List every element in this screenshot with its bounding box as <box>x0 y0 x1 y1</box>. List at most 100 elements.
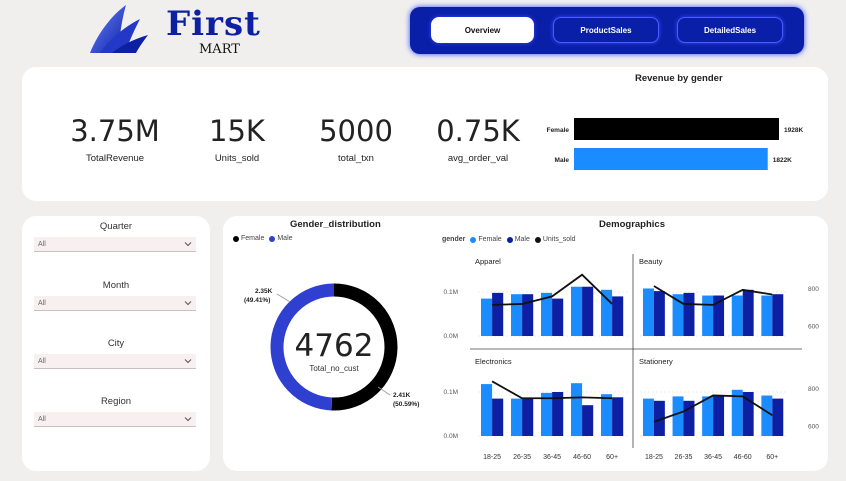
filter-region-value: All <box>38 416 46 423</box>
bar-male <box>492 398 504 436</box>
demographics-chart: Apparel 0.0M 0.1M Beauty 600 800 Electronics 0.… <box>444 254 819 461</box>
donut-center-value: 4762 <box>295 328 374 364</box>
gender-distribution-title: Gender_distribution <box>290 219 381 230</box>
legend-female-dot <box>470 236 477 243</box>
bar-female <box>511 398 523 436</box>
bar-male <box>582 405 594 436</box>
bar-data-label: 1928K <box>784 127 803 134</box>
chevron-down-icon <box>184 359 192 364</box>
bar-female <box>481 298 493 336</box>
x-tick-label: 26-35 <box>513 454 531 461</box>
bar-male <box>612 296 624 336</box>
bar-category-label: Female <box>547 127 570 134</box>
kpi-avg-order-val-label: avg_order_val <box>447 153 509 164</box>
bar-female <box>702 295 714 336</box>
bar-male <box>713 396 725 436</box>
bar-male <box>612 397 624 436</box>
bar-male <box>552 298 564 336</box>
brand-name: First <box>166 4 261 44</box>
bar-female <box>541 392 553 436</box>
demographics-legend: gender Female Male Units_sold <box>442 236 576 243</box>
bar-female <box>601 394 613 436</box>
x-tick-label: 18-25 <box>645 454 663 461</box>
legend-male-dot <box>506 236 513 243</box>
bar-male <box>653 291 665 336</box>
bar-female <box>761 295 773 336</box>
slice-pct-female: (50.59%) <box>393 401 419 408</box>
filter-quarter-label: Quarter <box>99 221 133 232</box>
bar-male <box>742 392 754 436</box>
bar-female <box>601 289 613 336</box>
legend-gender-title: gender <box>442 236 466 243</box>
legend-units-dot <box>534 236 541 243</box>
right-tick-label: 800 <box>808 386 819 393</box>
panel-title: Apparel <box>475 257 501 266</box>
bar-male <box>574 148 768 170</box>
legend-male-label: Male <box>277 235 293 242</box>
filter-quarter-select[interactable]: All <box>34 237 196 252</box>
filter-month-value: All <box>38 300 46 307</box>
tab-detailedsales[interactable]: DetailedSales <box>677 17 783 43</box>
kpi-total-txn-label: total_txn <box>338 153 374 164</box>
right-tick-label: 800 <box>808 286 819 293</box>
gender-distribution-legend: Female Male <box>233 235 293 242</box>
x-tick-label: 60+ <box>766 454 778 461</box>
slice-label-male: 2.35K <box>255 288 273 295</box>
left-tick-label: 0.0M <box>444 433 458 440</box>
chevron-down-icon <box>184 417 192 422</box>
demographics-title: Demographics <box>599 219 665 230</box>
filter-quarter-value: All <box>38 241 46 248</box>
panel-title: Electronics <box>475 357 512 366</box>
x-tick-label: 26-35 <box>675 454 693 461</box>
bar-female <box>571 383 583 436</box>
filter-city-select[interactable]: All <box>34 354 196 369</box>
filter-month-label: Month <box>102 280 130 291</box>
revenue-by-gender-chart: Female 1928K Male 1822K <box>547 118 803 170</box>
x-tick-label: 36-45 <box>704 454 722 461</box>
bar-data-label: 1822K <box>773 157 792 164</box>
filter-month-select[interactable]: All <box>34 296 196 311</box>
logo-wings-icon <box>90 5 148 53</box>
left-tick-label: 0.1M <box>444 389 458 396</box>
revenue-by-gender-title: Revenue by gender <box>635 73 723 84</box>
left-tick-label: 0.1M <box>444 289 458 296</box>
bar-male <box>522 294 534 336</box>
slice-leader-male <box>276 293 291 303</box>
panel-title: Beauty <box>639 257 663 266</box>
bar-male <box>772 294 784 336</box>
legend-female-dot <box>233 235 239 242</box>
gender-distribution-donut: 4762Total_no_cust 2.41K (50.59%) 2.35K (49.4… <box>244 283 419 411</box>
slice-pct-male: (49.41%) <box>244 297 270 304</box>
panel-title: Stationery <box>639 357 673 366</box>
donut-center-label: Total_no_cust <box>309 364 359 373</box>
tab-productsales[interactable]: ProductSales <box>553 17 659 43</box>
legend-male-label: Male <box>514 236 530 243</box>
x-tick-label: 46-60 <box>573 454 591 461</box>
x-tick-label: 60+ <box>606 454 618 461</box>
x-tick-label: 18-25 <box>483 454 501 461</box>
bar-male <box>582 286 594 336</box>
x-tick-label: 46-60 <box>734 454 752 461</box>
legend-female-label: Female <box>241 235 265 242</box>
filter-region-label: Region <box>100 396 132 407</box>
legend-male-dot <box>269 235 276 242</box>
bar-female <box>761 395 773 436</box>
bar-male <box>492 292 504 336</box>
brand-sub: MART <box>199 42 240 57</box>
chevron-down-icon <box>184 301 192 306</box>
kpi-units-sold: 15K <box>209 114 265 148</box>
bar-male <box>742 289 754 336</box>
kpi-units-sold-label: Units_sold <box>214 153 260 164</box>
bar-male <box>522 398 534 436</box>
x-tick-label: 36-45 <box>543 454 561 461</box>
legend-units-label: Units_sold <box>542 236 576 243</box>
bar-female <box>731 295 743 336</box>
bar-female <box>702 396 714 436</box>
filter-region-select[interactable]: All <box>34 412 196 427</box>
kpi-avg-order-val: 0.75K <box>436 114 520 148</box>
right-tick-label: 600 <box>808 424 819 431</box>
filter-city-value: All <box>38 358 46 365</box>
tab-overview[interactable]: Overview <box>431 17 534 43</box>
right-tick-label: 600 <box>808 324 819 331</box>
bar-female <box>574 118 779 140</box>
